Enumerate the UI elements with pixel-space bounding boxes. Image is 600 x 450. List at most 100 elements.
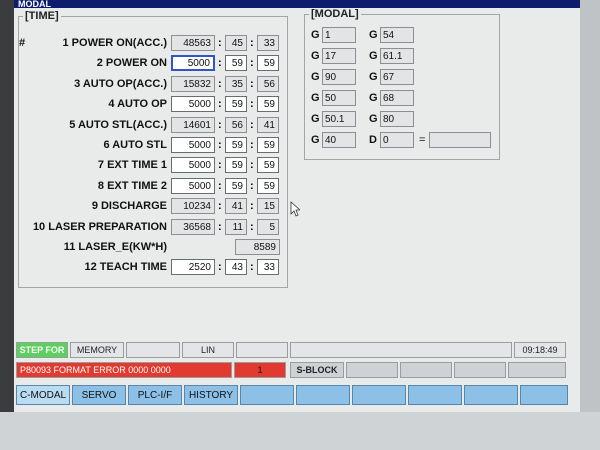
modal-code-value: 0 <box>380 132 414 148</box>
time-row-label: 8 EXT TIME 2 <box>19 180 167 192</box>
time-row-label-text: 4 AUTO OP <box>108 98 167 111</box>
minutes-field[interactable]: 59 <box>225 55 247 72</box>
softkey-c-modal[interactable]: C-MODAL <box>16 385 70 405</box>
time-row-label: 12 TEACH TIME <box>19 261 167 273</box>
minutes-field[interactable]: 59 <box>225 96 247 113</box>
monitor-bezel-bottom <box>0 412 600 450</box>
modal-code-letter: G <box>311 92 320 104</box>
time-panel-label: [TIME] <box>23 10 61 22</box>
row-marker: # <box>19 37 26 49</box>
monitor-bezel-left <box>0 0 14 450</box>
modal-code-letter: G <box>311 29 320 41</box>
modal-code-letter: G <box>311 113 320 125</box>
hours-field[interactable]: 5000 <box>171 157 215 174</box>
modal-code-letter: G <box>369 113 378 125</box>
seconds-field: 41 <box>257 116 279 133</box>
minutes-field[interactable]: 59 <box>225 157 247 174</box>
time-row-label: 7 EXT TIME 1 <box>19 159 167 171</box>
softkey-empty-8[interactable] <box>408 385 462 405</box>
time-separator: : <box>250 159 254 172</box>
softkey-plc-if[interactable]: PLC-I/F <box>128 385 182 405</box>
softkey-empty-5[interactable] <box>240 385 294 405</box>
status-cell-empty-2 <box>236 342 288 358</box>
time-separator: : <box>218 179 222 192</box>
softkey-servo[interactable]: SERVO <box>72 385 126 405</box>
time-separator: : <box>250 261 254 274</box>
window-title: MODAL <box>14 0 580 8</box>
softkey-empty-9[interactable] <box>464 385 518 405</box>
time-separator: : <box>218 200 222 213</box>
time-separator: : <box>250 77 254 90</box>
modal-code-value: 50.1 <box>322 111 356 127</box>
seconds-field[interactable]: 59 <box>257 157 279 174</box>
hours-field[interactable]: 5000 <box>171 177 215 194</box>
modal-code-letter: G <box>369 92 378 104</box>
time-row: 4 AUTO OP 5000:59:59 <box>19 96 289 114</box>
hours-field[interactable]: 5000 <box>171 137 215 153</box>
modal-code-value: 68 <box>380 90 414 106</box>
hours-field: 48563 <box>171 35 215 51</box>
time-row: 9 DISCHARGE 10234:41:15 <box>19 198 289 216</box>
minutes-field: 11 <box>225 218 247 235</box>
time-separator: : <box>218 261 222 274</box>
modal-code-value: 67 <box>380 69 414 85</box>
time-row-label: 4 AUTO OP <box>19 98 167 110</box>
minutes-field: 56 <box>225 116 247 133</box>
minutes-field[interactable]: 59 <box>225 177 247 194</box>
time-row-label-text: 2 POWER ON <box>96 57 167 70</box>
hours-field[interactable]: 5000 <box>171 96 215 113</box>
hours-field[interactable]: 5000 <box>171 55 215 72</box>
time-row-label: 6 AUTO STL <box>19 139 167 151</box>
hours-field: 36568 <box>171 218 215 235</box>
time-row-label-text: 5 AUTO STL(ACC.) <box>69 118 167 131</box>
msg-cell-empty-4 <box>508 362 566 378</box>
softkey-history[interactable]: HISTORY <box>184 385 238 405</box>
modal-code-letter: G <box>311 71 320 83</box>
time-row-label-text: 3 AUTO OP(ACC.) <box>74 77 167 90</box>
minutes-field[interactable]: 59 <box>225 137 247 153</box>
modal-panel: [MODAL] G 1 G 17 G 90 G 50 G 50.1 G 40 G 54 G 61.1 G 67 G 6… <box>304 8 500 160</box>
softkey-empty-6[interactable] <box>296 385 350 405</box>
seconds-field: 56 <box>257 75 279 92</box>
softkey-empty-7[interactable] <box>352 385 406 405</box>
time-row: 8 EXT TIME 2 5000:59:59 <box>19 177 289 196</box>
time-row: 11 LASER_E(KW*H) 8589 <box>19 239 289 257</box>
time-separator: : <box>218 77 222 90</box>
msg-cell-empty-2 <box>400 362 452 378</box>
hours-field: 14601 <box>171 116 215 133</box>
modal-code-letter: G <box>311 50 320 62</box>
modal-code-value: 54 <box>380 27 414 43</box>
message-bar: P80093 FORMAT ERROR 0000 0000 1 S-BLOCK <box>14 362 580 380</box>
mode-indicator: STEP FOR <box>16 342 68 358</box>
time-row-label: 5 AUTO STL(ACC.) <box>19 119 167 131</box>
time-row: 3 AUTO OP(ACC.) 15832:35:56 <box>19 75 289 94</box>
time-row: 2 POWER ON 5000:59:59 <box>19 55 289 73</box>
msg-cell-empty-1 <box>346 362 398 378</box>
seconds-field: 5 <box>257 218 279 235</box>
time-row-label: 11 LASER_E(KW*H) <box>19 241 167 253</box>
seconds-field: 33 <box>257 35 279 51</box>
modal-panel-label: [MODAL] <box>309 8 361 20</box>
seconds-field[interactable]: 59 <box>257 137 279 153</box>
softkey-empty-10[interactable] <box>520 385 568 405</box>
time-separator: : <box>250 200 254 213</box>
softkey-bar: C-MODAL SERVO PLC-I/F HISTORY <box>14 385 580 405</box>
seconds-field[interactable]: 33 <box>257 259 279 276</box>
modal-extra-field <box>429 132 491 148</box>
time-row-label-text: 6 AUTO STL <box>103 139 167 151</box>
time-separator: : <box>218 220 222 233</box>
cnc-screen: MODAL [TIME] #1 POWER ON(ACC.) 48563:45:3… <box>14 0 580 412</box>
time-separator: : <box>250 139 254 151</box>
seconds-field[interactable]: 59 <box>257 96 279 113</box>
laser-energy-value: 8589 <box>235 239 280 255</box>
time-row-label-text: 7 EXT TIME 1 <box>97 159 167 172</box>
minutes-field[interactable]: 43 <box>225 259 247 276</box>
seconds-field[interactable]: 59 <box>257 177 279 194</box>
time-separator: : <box>250 220 254 233</box>
seconds-field[interactable]: 59 <box>257 55 279 72</box>
time-panel: [TIME] #1 POWER ON(ACC.) 48563:45:33 2 POW… <box>18 10 289 288</box>
hours-field[interactable]: 2520 <box>171 259 215 276</box>
error-count: 1 <box>234 362 286 378</box>
mouse-pointer-icon <box>290 201 300 217</box>
seconds-field: 15 <box>257 198 279 215</box>
